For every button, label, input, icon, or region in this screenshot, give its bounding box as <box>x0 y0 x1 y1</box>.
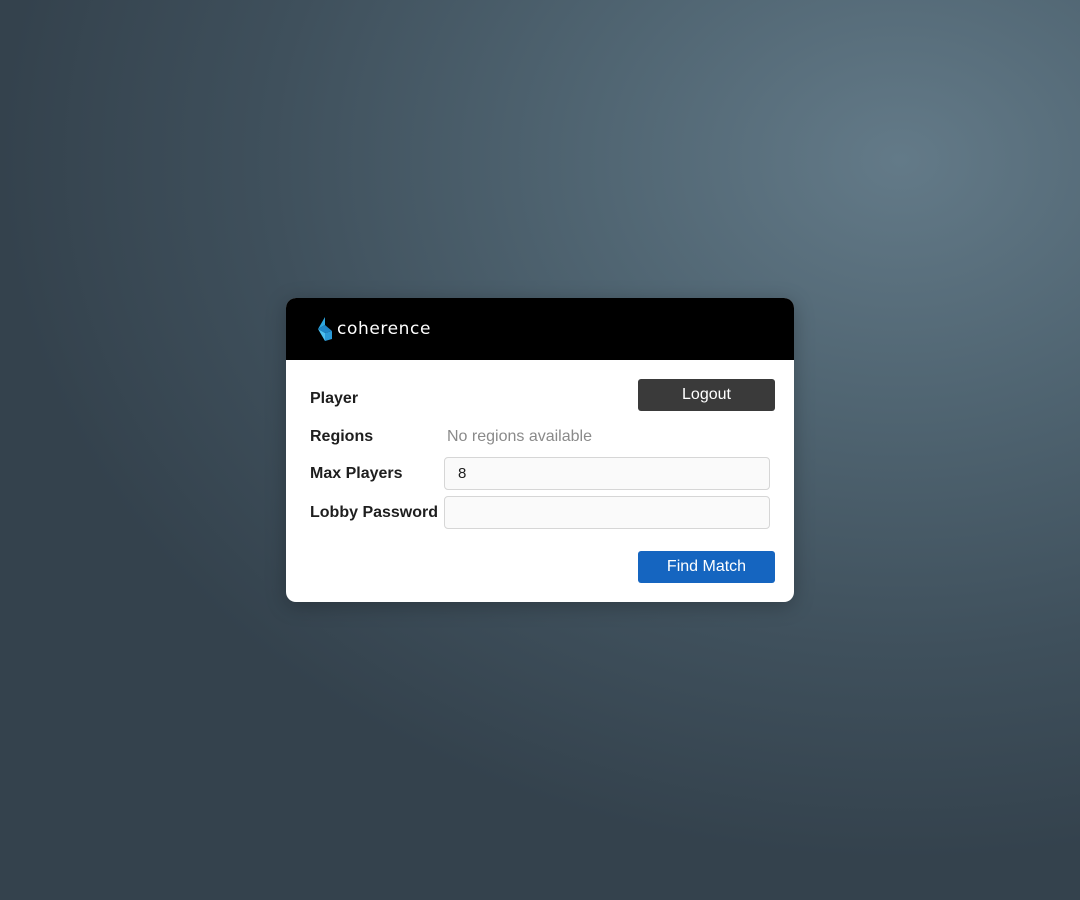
max-players-label: Max Players <box>310 465 403 482</box>
logo-text: coherence <box>337 319 432 339</box>
max-players-input[interactable] <box>444 457 770 490</box>
logo: coherence <box>316 317 431 341</box>
dialog-header: coherence <box>286 298 794 360</box>
logout-button[interactable]: Logout <box>638 379 775 411</box>
matchmaking-dialog: coherence Player Logout Regions No regio… <box>286 298 794 602</box>
regions-value: No regions available <box>447 428 592 445</box>
lobby-password-input[interactable] <box>444 496 770 529</box>
coherence-logo-icon <box>318 317 332 341</box>
regions-label: Regions <box>310 428 374 445</box>
lobby-password-label: Lobby Password <box>310 504 439 521</box>
player-label: Player <box>310 390 359 407</box>
find-match-button[interactable]: Find Match <box>638 551 775 583</box>
